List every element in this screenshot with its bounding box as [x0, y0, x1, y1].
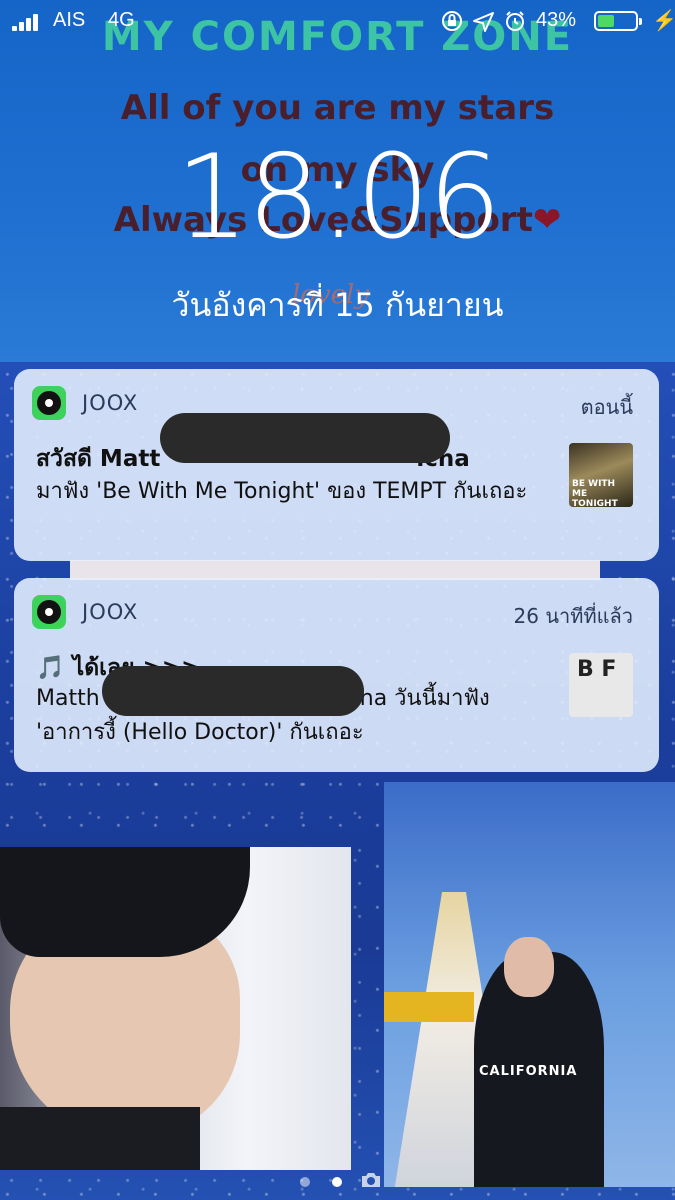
joox-app-icon: [32, 386, 66, 420]
notification-joox-1[interactable]: JOOX ตอนนี้ สวัสดี Matt icha มาฟัง 'Be Wi…: [14, 369, 659, 561]
notification-body-start: Matth: [36, 686, 100, 711]
album-art-thumbnail: BE WITH ME TONIGHT: [569, 443, 633, 507]
status-icons: [442, 11, 524, 32]
battery-icon: [594, 11, 642, 31]
notification-body-line2: 'อาการงี้ (Hello Doctor)' กันเถอะ: [36, 720, 364, 745]
notification-body: มาฟัง 'Be With Me Tonight' ของ TEMPT กัน…: [36, 479, 528, 504]
joox-app-icon: [32, 595, 66, 629]
battery-percent: 43%: [536, 9, 577, 31]
page-indicator[interactable]: [0, 1170, 675, 1194]
notification-title-start: สวัสดี Matt: [36, 446, 161, 472]
charging-icon: ⚡: [652, 10, 675, 32]
signal-icon: [12, 13, 46, 31]
wallpaper-photo-portrait: [0, 847, 351, 1170]
album-art-text: B F: [577, 657, 617, 682]
wallpaper-photo-temple: CALIFORNIA: [384, 782, 675, 1187]
page-dot[interactable]: [300, 1177, 310, 1187]
album-art-thumbnail: B F: [569, 653, 633, 717]
carrier-name: AIS: [53, 9, 86, 31]
shirt-text: CALIFORNIA: [479, 1064, 578, 1079]
notification-joox-2[interactable]: JOOX 26 นาทีที่แล้ว 🎵 ได้เลย >>> Matthch…: [14, 578, 659, 772]
notification-body-end: cha วันนี้มาฟัง: [347, 686, 490, 711]
camera-icon[interactable]: [360, 1170, 382, 1190]
notification-app-name: JOOX: [82, 600, 139, 624]
lock-clock: 18:06: [175, 130, 501, 265]
wallpaper-photo-strip: [70, 560, 600, 580]
notification-time: 26 นาทีที่แล้ว: [513, 604, 633, 628]
redaction-bar: [160, 413, 450, 463]
lock-rotation-icon: [442, 11, 462, 31]
notification-time: ตอนนี้: [580, 395, 633, 419]
wallpaper-line-1: All of you are my stars: [120, 88, 555, 128]
network-type: 4G: [108, 9, 135, 31]
lock-date: วันอังคารที่ 15 กันยายน: [171, 286, 504, 324]
redaction-bar: [102, 666, 364, 716]
album-art-text: BE WITH ME TONIGHT: [572, 479, 618, 507]
notification-app-name: JOOX: [82, 391, 139, 415]
page-dot-active[interactable]: [332, 1177, 342, 1187]
status-bar: AIS 4G 43% ⚡: [0, 0, 675, 42]
location-icon: [473, 12, 494, 32]
alarm-icon: [506, 11, 524, 31]
